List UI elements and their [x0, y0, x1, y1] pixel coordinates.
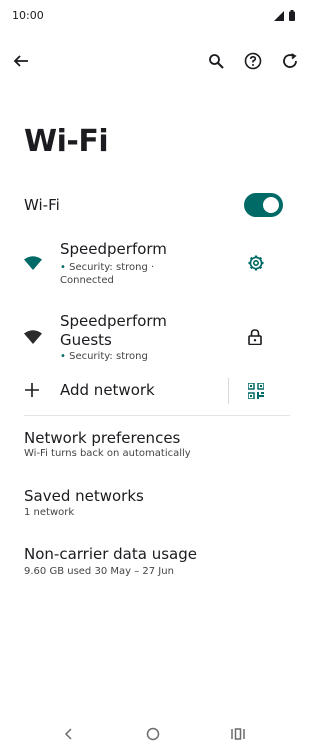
add-network-label: Add network: [60, 381, 155, 399]
network-status: • Security: strong · Connected: [60, 262, 155, 286]
pref-subtitle: 1 network: [24, 507, 75, 518]
wifi-signal-icon: [24, 330, 42, 344]
help-button[interactable]: [241, 49, 265, 73]
help-icon: [244, 52, 262, 70]
pref-subtitle: 9.60 GB used 30 May – 27 Jun: [24, 566, 174, 577]
nav-recents-button[interactable]: [226, 724, 250, 744]
nav-home-button[interactable]: [141, 724, 165, 744]
home-circle-icon: [146, 727, 160, 741]
arrow-back-icon: [13, 53, 29, 69]
gear-icon: [247, 254, 265, 272]
wifi-toggle[interactable]: [244, 193, 283, 217]
qr-scan-button[interactable]: [244, 379, 268, 403]
pref-title: Network preferences: [24, 429, 181, 447]
plus-icon: [25, 383, 39, 397]
battery-icon: [289, 10, 295, 21]
pref-title: Non-carrier data usage: [24, 545, 197, 563]
wifi-toggle-thumb: [263, 197, 279, 213]
network-status: • Security: strong: [60, 351, 148, 362]
recents-icon: [231, 728, 245, 740]
status-icons: [274, 10, 295, 21]
refresh-button[interactable]: [278, 49, 302, 73]
wifi-signal-icon: [24, 256, 42, 270]
pref-title: Saved networks: [24, 487, 144, 505]
pref-subtitle: Wi-Fi turns back on automatically: [24, 448, 191, 459]
status-time: 10:00: [12, 9, 44, 22]
nav-back-button[interactable]: [56, 724, 80, 744]
network-name: Speedperform: [60, 240, 167, 258]
search-icon: [208, 53, 224, 69]
page-title: Wi-Fi: [24, 124, 109, 159]
network-name: Speedperform Guests: [60, 312, 167, 349]
search-button[interactable]: [204, 49, 228, 73]
chevron-left-icon: [64, 728, 72, 740]
cellular-signal-icon: [274, 10, 285, 21]
divider: [24, 415, 290, 416]
lock-icon: [248, 329, 262, 345]
divider: [228, 378, 229, 404]
back-button[interactable]: [9, 49, 33, 73]
network-settings-button[interactable]: [244, 251, 268, 275]
qr-code-icon: [248, 383, 264, 399]
refresh-icon: [281, 52, 299, 70]
wifi-toggle-label: Wi-Fi: [24, 196, 60, 214]
